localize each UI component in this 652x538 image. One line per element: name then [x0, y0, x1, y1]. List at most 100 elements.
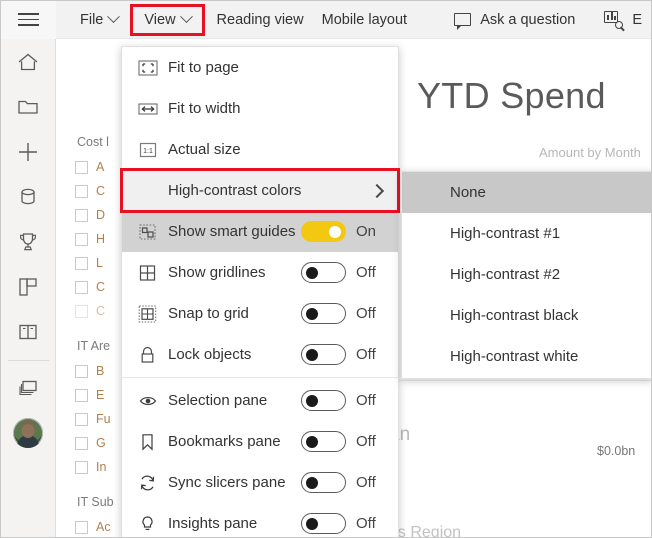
checkbox-icon[interactable]	[75, 436, 88, 450]
menu-bar: File View Reading view Mobile layout Ask…	[56, 1, 651, 39]
toggle-switch[interactable]	[301, 472, 346, 493]
menu-item-file-label: File	[80, 11, 104, 28]
menu-option-selection-pane[interactable]: Selection pane Off	[122, 380, 398, 421]
submenu-item-high-contrast-white[interactable]: High-contrast white	[402, 336, 651, 377]
menu-option-label: Snap to grid	[168, 305, 249, 322]
menu-option-label: Sync slicers pane	[168, 474, 286, 491]
explore-report-label: E	[632, 11, 642, 28]
submenu-item-label: High-contrast #2	[450, 266, 561, 283]
menu-item-view-label: View	[144, 11, 176, 28]
toggle-switch[interactable]	[301, 390, 346, 411]
avatar[interactable]	[1, 410, 56, 455]
submenu-item-high-contrast-black[interactable]: High-contrast black	[402, 295, 651, 336]
explore-report-button[interactable]: E	[594, 6, 651, 34]
toggle-switch[interactable]	[301, 262, 346, 283]
gridlines-icon	[138, 264, 168, 282]
menu-option-label: Fit to width	[168, 100, 241, 117]
submenu-item-high-contrast-2[interactable]: High-contrast #2	[402, 254, 651, 295]
hamburger-menu-icon[interactable]	[1, 1, 56, 39]
toggle-state-label: Off	[356, 264, 376, 281]
chart-visual[interactable]	[387, 380, 651, 500]
goals-trophy-icon[interactable]	[1, 219, 56, 264]
checkbox-icon[interactable]	[75, 364, 88, 378]
apps-icon[interactable]	[1, 264, 56, 309]
checkbox-icon[interactable]	[75, 388, 88, 402]
toggle-state-label: On	[356, 223, 377, 240]
menu-item-reading-view[interactable]: Reading view	[208, 7, 313, 33]
lock-icon	[138, 346, 168, 364]
menu-option-label: Selection pane	[168, 392, 268, 409]
ask-a-question-button[interactable]: Ask a question	[445, 7, 584, 33]
toggle-state-label: Off	[356, 346, 376, 363]
checkbox-icon[interactable]	[75, 232, 88, 246]
menu-option-label: Show gridlines	[168, 264, 266, 281]
menu-option-bookmarks-pane[interactable]: Bookmarks pane Off	[122, 421, 398, 462]
fit-to-page-icon	[138, 59, 168, 76]
menu-item-mobile-layout[interactable]: Mobile layout	[313, 7, 416, 33]
chevron-down-icon	[179, 10, 193, 24]
checkbox-icon[interactable]	[75, 412, 88, 426]
menu-option-label: Show smart guides	[168, 223, 296, 240]
toggle-state-label: Off	[356, 305, 376, 322]
app-window: File View Reading view Mobile layout Ask…	[0, 0, 652, 538]
submenu-item-label: High-contrast black	[450, 307, 579, 324]
menu-option-show-gridlines[interactable]: Show gridlines Off	[122, 252, 398, 293]
data-hub-icon[interactable]	[1, 174, 56, 219]
toggle-switch[interactable]	[301, 431, 346, 452]
smart-guides-icon	[138, 223, 168, 241]
menu-item-view[interactable]: View	[130, 3, 205, 36]
submenu-item-label: High-contrast #1	[450, 225, 561, 242]
eye-icon	[138, 393, 168, 409]
toggle-switch[interactable]	[301, 513, 346, 534]
chevron-down-icon	[107, 10, 121, 24]
menu-option-fit-to-width[interactable]: Fit to width	[122, 88, 398, 129]
menu-option-label: Fit to page	[168, 59, 239, 76]
chart-y-axis-value: $0.0bn	[597, 444, 636, 458]
checkbox-icon[interactable]	[75, 280, 88, 294]
menu-option-sync-slicers-pane[interactable]: Sync slicers pane Off	[122, 462, 398, 503]
toggle-switch[interactable]	[301, 344, 346, 365]
plus-create-icon[interactable]	[1, 129, 56, 174]
submenu-item-none[interactable]: None	[402, 172, 651, 213]
bookmark-icon	[138, 433, 168, 451]
left-navigation-rail	[1, 39, 56, 537]
high-contrast-colors-submenu: None High-contrast #1 High-contrast #2 H…	[401, 171, 651, 379]
learn-book-icon[interactable]	[1, 309, 56, 354]
svg-text:1:1: 1:1	[143, 148, 153, 155]
chevron-right-icon	[369, 183, 385, 198]
view-dropdown-menu: Fit to page Fit to width 1:1 Actual size…	[120, 46, 400, 537]
folder-icon[interactable]	[1, 84, 56, 129]
toggle-state-label: Off	[356, 474, 376, 491]
menu-option-label: Actual size	[168, 141, 241, 158]
submenu-item-label: None	[450, 184, 486, 201]
toggle-state-label: Off	[356, 433, 376, 450]
menu-option-snap-to-grid[interactable]: Snap to grid Off	[122, 293, 398, 334]
menu-option-high-contrast-colors[interactable]: High-contrast colors	[120, 168, 400, 213]
menu-option-fit-to-page[interactable]: Fit to page	[122, 47, 398, 88]
home-icon[interactable]	[1, 39, 56, 84]
toggle-switch[interactable]	[301, 303, 346, 324]
menu-option-actual-size[interactable]: 1:1 Actual size	[122, 129, 398, 170]
checkbox-icon[interactable]	[75, 460, 88, 474]
menu-divider	[122, 377, 398, 378]
checkbox-icon[interactable]	[75, 256, 88, 270]
menu-option-insights-pane[interactable]: Insights pane Off	[122, 503, 398, 537]
checkbox-icon[interactable]	[75, 184, 88, 198]
menu-option-label: Bookmarks pane	[168, 433, 281, 450]
workspaces-icon[interactable]	[1, 365, 56, 410]
snap-to-grid-icon	[138, 305, 168, 323]
menu-option-label: Insights pane	[168, 515, 258, 532]
menu-option-lock-objects[interactable]: Lock objects Off	[122, 334, 398, 375]
submenu-item-high-contrast-1[interactable]: High-contrast #1	[402, 213, 651, 254]
checkbox-icon[interactable]	[75, 304, 88, 318]
menu-option-label: Lock objects	[168, 346, 252, 363]
menu-item-reading-view-label: Reading view	[216, 11, 304, 28]
checkbox-icon[interactable]	[75, 208, 88, 222]
speech-bubble-icon	[454, 13, 472, 30]
checkbox-icon[interactable]	[75, 160, 88, 174]
menu-option-show-smart-guides[interactable]: Show smart guides On	[122, 211, 398, 252]
checkbox-icon[interactable]	[75, 520, 88, 534]
ask-a-question-label: Ask a question	[480, 11, 576, 28]
toggle-switch[interactable]	[301, 221, 346, 242]
menu-item-file[interactable]: File	[71, 7, 127, 33]
